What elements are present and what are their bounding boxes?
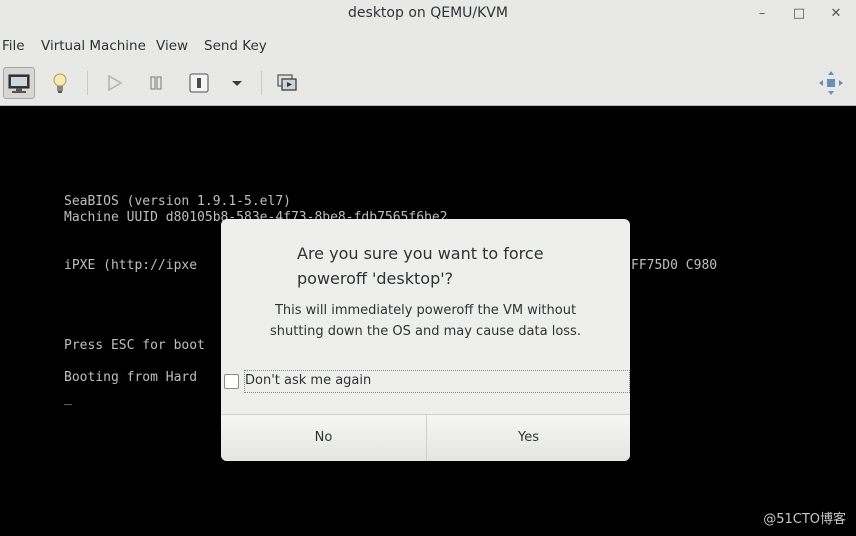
fullscreen-icon[interactable] [815, 67, 847, 99]
console-line: SeaBIOS (version 1.9.1-5.el7) [64, 194, 291, 209]
menu-view[interactable]: View [156, 38, 188, 54]
menubar: File Virtual Machine View Send Key [0, 28, 856, 61]
minimize-icon[interactable]: – [751, 4, 773, 24]
dont-ask-again-row[interactable]: Don't ask me again [221, 370, 630, 393]
menu-file[interactable]: File [2, 38, 25, 54]
shutdown-icon[interactable] [183, 67, 215, 99]
dialog-message-line1: This will immediately poweroff the VM wi… [274, 303, 577, 318]
console-line: iPXE (http://ipxe [64, 258, 198, 273]
maximize-icon[interactable]: □ [788, 4, 810, 24]
console-line: FF75D0 C980 [631, 258, 718, 273]
toolbar [0, 61, 856, 106]
run-icon[interactable] [98, 67, 130, 99]
console-icon[interactable] [3, 67, 35, 99]
dont-ask-again-checkbox[interactable] [224, 374, 239, 389]
console-line: Booting from Hard [64, 370, 198, 385]
dialog-title: Are you sure you want to force poweroff … [297, 244, 544, 288]
dont-ask-again-label[interactable]: Don't ask me again [245, 373, 371, 388]
window-titlebar: desktop on QEMU/KVM – □ ✕ [0, 0, 856, 28]
close-icon[interactable]: ✕ [825, 4, 847, 24]
force-poweroff-dialog: Are you sure you want to force poweroff … [221, 219, 630, 461]
shutdown-menu-chevron-icon[interactable] [222, 67, 254, 99]
dialog-button-row: No Yes [221, 414, 630, 461]
watermark: @51CTO博客 [763, 512, 846, 527]
window-title: desktop on QEMU/KVM [348, 5, 508, 21]
details-lightbulb-icon[interactable] [44, 67, 76, 99]
toolbar-separator [87, 71, 88, 95]
snapshots-icon[interactable] [271, 67, 303, 99]
console-cursor: _ [64, 391, 72, 406]
menu-virtual-machine[interactable]: Virtual Machine [41, 38, 146, 54]
pause-icon[interactable] [140, 67, 172, 99]
menu-send-key[interactable]: Send Key [204, 38, 267, 54]
dialog-message-line2: shutting down the OS and may cause data … [270, 324, 581, 339]
yes-button[interactable]: Yes [427, 415, 630, 461]
no-button[interactable]: No [221, 415, 427, 461]
toolbar-separator [261, 71, 262, 95]
console-line: Press ESC for boot [64, 338, 205, 353]
